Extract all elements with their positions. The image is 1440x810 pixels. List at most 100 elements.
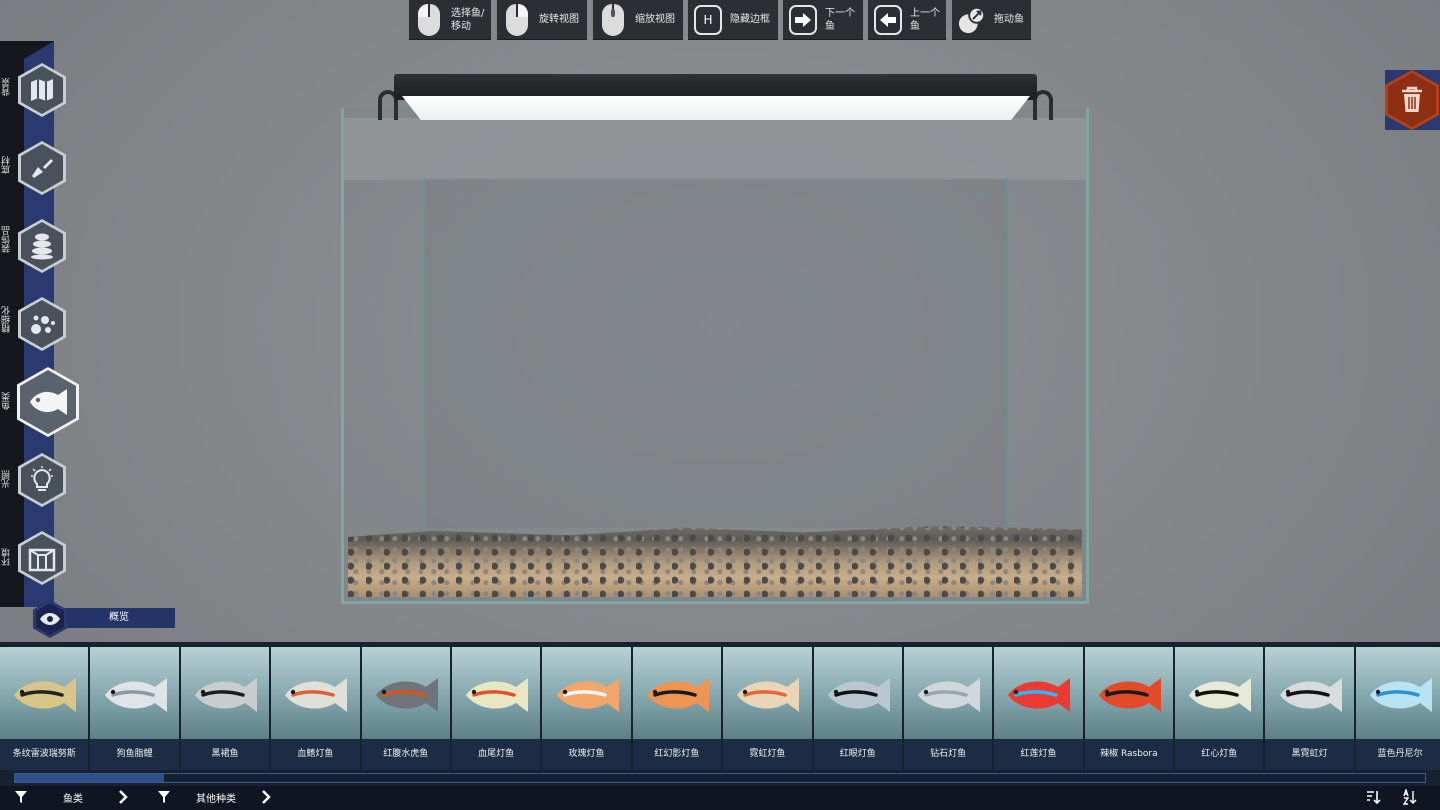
select-move-hint: 选择鱼/移动 [409,0,491,40]
select-move-label: 选择鱼/移动 [451,7,485,32]
fish-name: 血鳍灯鱼 [271,739,360,770]
fish-thumbnail [180,647,270,739]
drag-fish-label: 拖动鱼 [994,14,1024,25]
mouse-right-icon [503,3,531,36]
fish-image [1098,678,1161,712]
fish-thumbnail [903,647,993,739]
sort-alpha-button[interactable] [1396,787,1422,807]
fish-card[interactable]: 黑裙鱼 [180,642,272,770]
overview-label: 概览 [109,612,129,623]
hide-border-label: 隐藏边框 [730,14,770,25]
fish-card[interactable]: 钻石灯鱼 [903,642,995,770]
fish-name: 霓虹灯鱼 [723,739,812,770]
fish-name: 红眼灯鱼 [813,739,902,770]
delete-button[interactable] [1385,70,1440,130]
fish-thumbnail [1355,647,1440,739]
key-h-icon: H [694,4,722,36]
fish-thumbnail [451,647,541,739]
fish-list: 条纹雷波瑞努斯 狗鱼脂鲤 黑裙鱼 血鳍灯鱼 红腹水虎鱼 血尾灯鱼 玫瑰灯鱼 红幻影灯鱼 霓虹灯鱼… [0,642,1440,770]
fish-image [285,678,348,712]
arrow-right-icon [789,4,817,36]
chevron-right-icon [262,790,271,804]
fish-name: 黑霓虹灯 [1265,739,1354,770]
fish-card[interactable]: 红幻影灯鱼 [632,642,724,770]
fish-card[interactable]: 辣椒 Rasbora [1084,642,1176,770]
fish-image [14,678,77,712]
fish-card[interactable]: 红心灯鱼 [1175,642,1266,770]
fish-name: 红腹水虎鱼 [361,739,450,770]
fish-card[interactable]: 蓝色丹尼尔 [1355,642,1440,770]
map-icon [31,79,53,101]
tank-water-surface [344,118,1086,180]
drag-icon [958,4,986,36]
fish-name: 辣椒 Rasbora [1084,739,1174,770]
fish-name: 黑裙鱼 [180,739,270,770]
prev-fish-label: 上一个鱼 [910,7,940,32]
lightbulb-icon [31,466,53,491]
fish-thumbnail [1265,647,1354,739]
fish-card[interactable]: 条纹雷波瑞努斯 [0,642,91,770]
fish-name: 蓝色丹尼尔 [1355,739,1440,770]
fish-name: 条纹雷波瑞努斯 [0,739,89,770]
fish-card[interactable]: 血鳍灯鱼 [271,642,362,770]
filter-subtype[interactable]: 其他种类 [157,786,271,808]
fish-thumbnail [813,647,902,739]
fish-image [918,678,981,712]
sidebar-label-decorations: 装饰品 [2,226,12,253]
eye-icon [40,613,60,625]
fish-thumbnail [723,647,812,739]
fish-image [375,678,438,712]
fish-image [194,678,257,712]
fish-card[interactable]: 狗鱼脂鲤 [90,642,181,770]
hide-border-button[interactable]: H 隐藏边框 [688,0,778,40]
fish-thumbnail [361,647,450,739]
rotate-view-label: 旋转视图 [539,14,579,25]
fish-card[interactable]: 红眼灯鱼 [813,642,904,770]
fish-thumbnail [271,647,360,739]
fish-image [1279,678,1342,712]
fish-name: 红幻影灯鱼 [632,739,722,770]
bubbles-icon [31,315,55,334]
fish-card[interactable]: 红莲灯鱼 [994,642,1085,770]
sort-order-button[interactable] [1360,787,1386,807]
trash-icon [1402,86,1422,112]
fish-card[interactable]: 血尾灯鱼 [451,642,543,770]
fish-name: 狗鱼脂鲤 [90,739,179,770]
fish-card[interactable]: 黑霓虹灯 [1265,642,1356,770]
prev-fish-button[interactable]: 上一个鱼 [868,0,946,40]
zoom-view-label: 缩放视图 [635,14,675,25]
fish-card[interactable]: 霓虹灯鱼 [723,642,814,770]
fish-image [1370,678,1433,712]
fish-image [104,678,167,712]
fish-thumbnail [0,647,89,739]
fish-thumbnail [1084,647,1174,739]
sort-icon [1367,791,1381,805]
mouse-left-icon [415,3,443,36]
fish-list-scrollbar[interactable] [14,773,1426,783]
fish-name: 钻石灯鱼 [903,739,993,770]
mouse-scroll-icon [599,3,627,36]
sidebar-label-lighting: 光照 [2,470,12,488]
chevron-right-icon [119,790,128,804]
scrollbar-thumb[interactable] [15,774,164,782]
fish-card[interactable]: 红腹水虎鱼 [361,642,452,770]
fish-thumbnail [1175,647,1264,739]
fish-name: 血尾灯鱼 [451,739,541,770]
filter-subtype-label: 其他种类 [196,793,236,805]
fish-thumbnail [632,647,722,739]
rotate-view-hint: 旋转视图 [497,0,587,40]
filter-category-label: 鱼类 [63,793,83,805]
fish-name: 红莲灯鱼 [994,739,1083,770]
sidebar-label-substrate: 底材 [2,156,12,174]
fish-image [737,678,800,712]
fish-image [556,678,619,712]
arrow-left-icon [874,4,902,36]
sort-alpha-icon [1402,789,1417,805]
fish-image [827,678,890,712]
filter-category[interactable]: 鱼类 [14,786,128,808]
lamp-light [402,96,1030,120]
fish-image [1008,678,1071,712]
fish-card[interactable]: 玫瑰灯鱼 [542,642,633,770]
next-fish-button[interactable]: 下一个鱼 [783,0,863,40]
next-fish-label: 下一个鱼 [825,7,855,32]
